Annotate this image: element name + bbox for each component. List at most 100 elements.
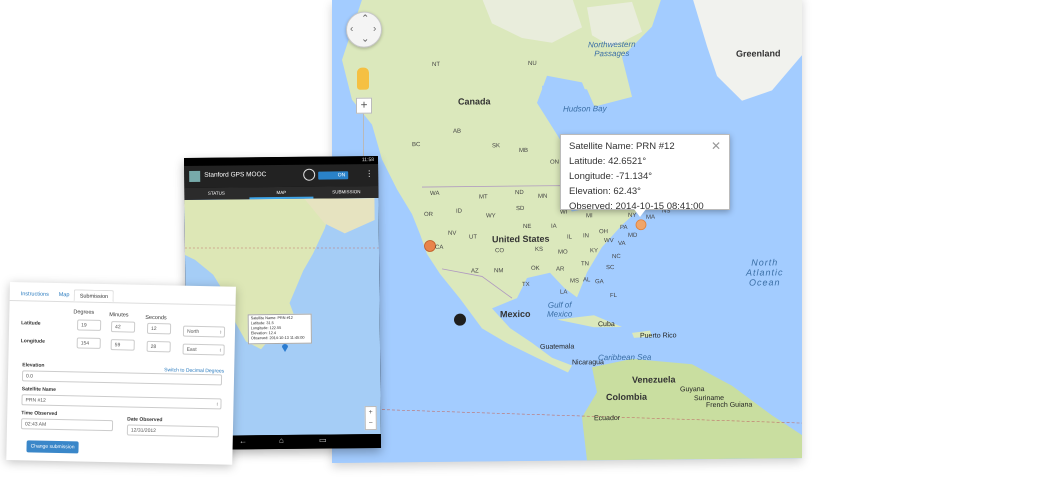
label-caribbean-sea: Caribbean Sea [598,352,652,363]
submission-form-card: Instructions Map Submission Degrees Minu… [6,282,236,465]
record-ring-icon[interactable] [303,168,316,181]
longitude-degrees-input[interactable]: 154 [76,337,101,349]
phone-zoom-control[interactable]: + − [364,405,377,431]
tab-submission[interactable]: SUBMISSION [314,186,378,199]
label-tx: TX [522,281,530,289]
phone-zoom-in-button[interactable]: + [366,407,376,418]
pan-up-icon[interactable]: ⌃ [361,14,369,25]
longitude-direction-select[interactable]: East [182,343,225,356]
label-hudson-bay: Hudson Bay [563,104,607,114]
time-observed-input[interactable]: 02:43 AM [20,418,114,432]
label-id: ID [456,208,462,215]
label-nd: ND [515,189,524,197]
label-sk: SK [492,143,501,150]
label-northwestern-passages: Northwestern Passages [588,39,636,59]
status-time: 11:58 [361,157,375,164]
label-guatemala: Guatemala [540,343,575,351]
satellite-name-select[interactable]: PRN #12 [21,394,222,410]
popup-latitude: Latitude: 42.6521° [569,156,647,167]
label-guyana: Guyana [680,386,705,394]
satellite-info-window: ✕ Satellite Name: PRN #12 Latitude: 42.6… [560,134,730,212]
popup-satellite-name: Satellite Name: PRN #12 [569,141,675,152]
popup-longitude: Longitude: -71.134° [569,171,653,182]
date-observed-input[interactable]: 12/31/2012 [126,424,220,438]
label-la: LA [560,289,568,296]
tab-map[interactable]: Map [54,289,75,301]
label-ia: IA [551,223,557,230]
tab-submission[interactable]: Submission [73,289,115,303]
label-nt: NT [432,61,440,68]
recents-icon[interactable]: ▭ [319,436,327,445]
satellite-marker-ca[interactable] [424,240,436,252]
label-or: OR [424,211,433,219]
label-north-atlantic: North Atlantic Ocean [746,257,784,288]
label-nu: NU [528,60,537,67]
label-venezuela: Venezuela [632,374,676,385]
phone-popup-line: Observed: 2014-10-13 11:45:00 [250,335,305,341]
pan-down-icon[interactable]: ⌄ [361,34,369,45]
col-seconds-header: Seconds [145,314,167,322]
label-bc: BC [412,142,421,149]
label-wv: WV [604,238,614,245]
label-wi: WI [560,209,568,216]
label-colombia: Colombia [606,391,648,403]
home-icon[interactable]: ⌂ [279,436,284,445]
label-pa: PA [620,224,628,231]
pan-left-icon[interactable]: ‹ [350,24,353,35]
label-gulf-of-mexico: Gulf of Mexico [547,300,573,319]
popup-elevation: Elevation: 62.43° [569,186,641,197]
main-map[interactable]: Greenland Canada Hudson Bay Northwestern… [332,0,802,463]
phone-info-window: Satellite Name: PRN #12 Latitude: 31.5 L… [247,313,312,345]
col-minutes-header: Minutes [109,312,129,319]
label-ma: MA [646,214,655,221]
label-ar: AR [556,266,565,273]
tracking-toggle[interactable]: ON [318,171,349,180]
label-greenland: Greenland [736,48,781,59]
label-cuba: Cuba [598,321,615,329]
form-tabs: Instructions Map Submission [9,282,236,306]
tab-instructions[interactable]: Instructions [16,288,54,301]
street-view-pegman-icon[interactable] [357,67,369,90]
change-submission-button[interactable]: Change submission [26,440,79,454]
date-observed-label: Date Observed [127,416,163,424]
latitude-degrees-input[interactable]: 19 [77,319,102,331]
overflow-menu-icon[interactable]: ⋮ [365,169,373,178]
label-nicaragua: Nicaragua [572,359,604,367]
latitude-direction-select[interactable]: North [182,325,226,338]
label-mt: MT [479,194,488,201]
tab-status[interactable]: STATUS [184,187,248,200]
label-on: ON [550,159,559,166]
map-basemap [332,0,802,463]
label-sd: SD [516,205,525,213]
pan-control[interactable]: ⌃ ⌄ ‹ › [346,11,382,48]
label-in: IN [583,233,589,240]
zoom-in-button[interactable]: + [356,97,372,114]
label-ca: CA [435,244,444,251]
label-mi: MI [586,213,593,220]
time-observed-label: Time Observed [21,410,58,418]
latitude-seconds-input[interactable]: 12 [146,322,172,335]
label-wa: WA [430,190,440,197]
label-wy: WY [486,213,496,220]
latitude-minutes-input[interactable]: 42 [110,321,136,333]
longitude-minutes-input[interactable]: 59 [110,339,135,351]
label-ky: KY [590,248,599,255]
tab-map[interactable]: MAP [249,186,314,200]
back-icon[interactable]: ← [239,436,247,445]
elevation-label: Elevation [22,362,45,369]
close-icon[interactable]: ✕ [711,139,721,154]
latitude-label: Latitude [21,320,41,327]
satellite-marker-ma[interactable] [635,219,647,231]
label-united-states: United States [492,233,550,245]
longitude-seconds-input[interactable]: 28 [146,340,171,353]
pan-right-icon[interactable]: › [373,24,376,35]
label-ab: AB [453,128,462,135]
label-ne: NE [523,223,532,230]
label-az: AZ [471,268,479,275]
phone-zoom-out-button[interactable]: − [366,418,376,429]
label-ga: GA [595,279,604,286]
label-va: VA [618,240,626,248]
label-canada: Canada [458,96,491,107]
label-nv: NV [448,230,457,237]
label-ms: MS [570,278,579,285]
